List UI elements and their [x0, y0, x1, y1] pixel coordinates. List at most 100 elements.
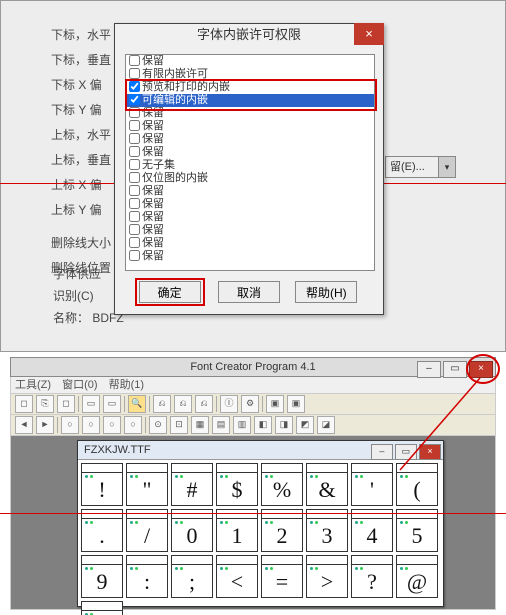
permission-item[interactable]: 保留 [126, 146, 374, 159]
minimize-button[interactable]: – [417, 361, 441, 378]
permission-checkbox[interactable] [129, 120, 140, 131]
find-icon[interactable]: 🔍 [128, 395, 146, 413]
permission-checkbox[interactable] [129, 224, 140, 235]
cancel-button[interactable]: 取消 [218, 281, 280, 303]
permissions-list[interactable]: 保留有限内嵌许可预览和打印的内嵌可编辑的内嵌保留保留保留保留无子集仅位图的内嵌保… [125, 54, 375, 271]
permission-checkbox[interactable] [129, 172, 140, 183]
permission-checkbox[interactable] [129, 211, 140, 222]
glyph-cell[interactable]: 9 [81, 555, 123, 598]
menu-help[interactable]: 帮助(1) [109, 379, 144, 391]
glyph-cell[interactable]: ( [396, 463, 438, 506]
glyph-cell[interactable]: ' [351, 463, 393, 506]
permission-item[interactable]: 保留 [126, 237, 374, 250]
nav-right-icon[interactable]: ► [36, 416, 54, 434]
glyph-cell[interactable]: : [126, 555, 168, 598]
nav-left-icon[interactable]: ◄ [15, 416, 33, 434]
permission-item[interactable]: 保留 [126, 250, 374, 263]
glyph-cell[interactable]: @ [396, 555, 438, 598]
toolbar-btn[interactable]: ⚙ [241, 395, 259, 413]
close-icon[interactable]: × [354, 23, 384, 45]
permission-checkbox[interactable] [129, 94, 140, 105]
glyph-cell[interactable]: ; [171, 555, 213, 598]
ok-button[interactable]: 确定 [139, 281, 201, 303]
toolbar-btn[interactable]: ⎌ [195, 395, 213, 413]
toolbar-btn[interactable]: ◻ [15, 395, 33, 413]
toolbar-btn[interactable]: ○ [61, 416, 79, 434]
glyph-cell[interactable]: / [126, 509, 168, 552]
glyph-cell[interactable]: = [261, 555, 303, 598]
toolbar-btn[interactable]: ▭ [103, 395, 121, 413]
glyph-cell[interactable]: % [261, 463, 303, 506]
permission-checkbox[interactable] [129, 81, 140, 92]
toolbar-btn[interactable]: ▭ [82, 395, 100, 413]
glyph-cell[interactable]: < [216, 555, 258, 598]
permission-checkbox[interactable] [129, 237, 140, 248]
permission-item[interactable]: 预览和打印的内嵌 [126, 81, 374, 94]
glyph-cell[interactable]: 3 [306, 509, 348, 552]
permission-item[interactable]: 保留 [126, 185, 374, 198]
toolbar-btn[interactable]: ⎘ [36, 395, 54, 413]
glyph-cell[interactable]: 4 [351, 509, 393, 552]
toolbar-btn[interactable]: ▣ [266, 395, 284, 413]
toolbar-btn[interactable]: ⎌ [174, 395, 192, 413]
permission-checkbox[interactable] [129, 68, 140, 79]
permission-item[interactable]: 有限内嵌许可 [126, 68, 374, 81]
permission-item[interactable]: 保留 [126, 120, 374, 133]
permission-checkbox[interactable] [129, 107, 140, 118]
glyph-cell[interactable]: 2 [261, 509, 303, 552]
toolbar-btn[interactable]: ○ [82, 416, 100, 434]
permission-item[interactable]: 仅位图的内嵌 [126, 172, 374, 185]
glyph-cell[interactable]: 0 [171, 509, 213, 552]
permission-checkbox[interactable] [129, 146, 140, 157]
glyph-cell[interactable]: 1 [216, 509, 258, 552]
permission-checkbox[interactable] [129, 159, 140, 170]
glyph-cell[interactable]: 5 [396, 509, 438, 552]
menu-window[interactable]: 窗口(0) [62, 379, 97, 391]
toolbar-btn[interactable]: ▦ [191, 416, 209, 434]
maximize-button[interactable]: ▭ [443, 361, 467, 378]
toolbar-btn[interactable]: ○ [124, 416, 142, 434]
toolbar-btn[interactable]: ◻ [57, 395, 75, 413]
glyph-cell[interactable]: A [81, 601, 123, 615]
glyph-cell[interactable]: > [306, 555, 348, 598]
permission-item[interactable]: 无子集 [126, 159, 374, 172]
bg-combo-embed[interactable]: 留(E)... ▾ [385, 156, 456, 178]
permission-checkbox[interactable] [129, 55, 140, 66]
permission-item[interactable]: 保留 [126, 211, 374, 224]
toolbar-btn[interactable]: ⎌ [153, 395, 171, 413]
permission-item[interactable]: 保留 [126, 198, 374, 211]
permission-item[interactable]: 可编辑的内嵌 [126, 94, 374, 107]
glyph-cell[interactable]: ! [81, 463, 123, 506]
toolbar-btn[interactable]: ◧ [254, 416, 272, 434]
glyph-cell[interactable]: & [306, 463, 348, 506]
doc-minimize[interactable]: – [371, 444, 393, 460]
toolbar-btn[interactable]: ◪ [317, 416, 335, 434]
help-button[interactable]: 帮助(H) [295, 281, 357, 303]
toolbar-btn[interactable]: ⊡ [170, 416, 188, 434]
permission-item[interactable]: 保留 [126, 55, 374, 68]
toolbar-btn[interactable]: ○ [103, 416, 121, 434]
menu-tools[interactable]: 工具(Z) [15, 379, 51, 391]
toolbar-btn[interactable]: ▤ [212, 416, 230, 434]
toolbar-btn[interactable]: Ⓘ [220, 395, 238, 413]
glyph-cell[interactable]: ? [351, 555, 393, 598]
toolbar-btn[interactable]: ⊙ [149, 416, 167, 434]
glyph-cell[interactable]: $ [216, 463, 258, 506]
toolbar-btn[interactable]: ▥ [233, 416, 251, 434]
permission-checkbox[interactable] [129, 250, 140, 261]
close-button[interactable]: × [469, 361, 493, 378]
glyph-cell[interactable]: " [126, 463, 168, 506]
toolbar-btn[interactable]: ◩ [296, 416, 314, 434]
permission-checkbox[interactable] [129, 198, 140, 209]
doc-close[interactable]: × [419, 444, 441, 460]
permission-item[interactable]: 保留 [126, 133, 374, 146]
toolbar-btn[interactable]: ▣ [287, 395, 305, 413]
glyph-cell[interactable]: . [81, 509, 123, 552]
toolbar-btn[interactable]: ◨ [275, 416, 293, 434]
permission-checkbox[interactable] [129, 133, 140, 144]
permission-checkbox[interactable] [129, 185, 140, 196]
doc-maximize[interactable]: ▭ [395, 444, 417, 460]
permission-item[interactable]: 保留 [126, 107, 374, 120]
glyph-cell[interactable]: # [171, 463, 213, 506]
permission-item[interactable]: 保留 [126, 224, 374, 237]
